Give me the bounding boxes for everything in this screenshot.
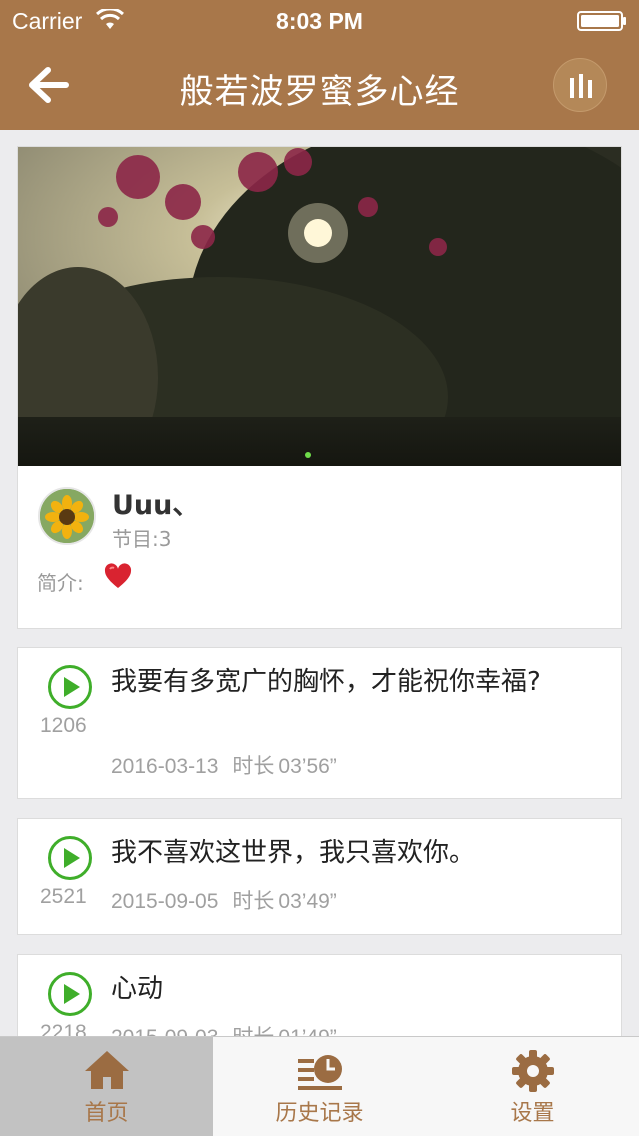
- tab-history[interactable]: 历史记录: [213, 1037, 426, 1136]
- track-card[interactable]: 我不喜欢这世界，我只喜欢你。 2521 2015-09-05 时长 03’49”: [17, 818, 622, 935]
- equalizer-icon: [570, 74, 592, 98]
- battery-icon: [577, 11, 626, 31]
- track-duration: 01’49”: [278, 1026, 336, 1036]
- duration-label: 时长: [232, 1025, 274, 1036]
- gear-icon: [511, 1050, 554, 1092]
- tab-label: 首页: [84, 1101, 129, 1126]
- tab-settings[interactable]: 设置: [426, 1037, 639, 1136]
- track-meta: 2015-09-05 时长 03’49”: [111, 885, 337, 915]
- track-duration: 03’49”: [278, 890, 337, 913]
- header: Carrier 8:03 PM 般若波罗蜜多心经: [0, 0, 639, 130]
- play-count: 2218: [40, 1021, 87, 1036]
- now-playing-button[interactable]: [553, 58, 607, 112]
- duration-label: 时长: [232, 754, 275, 778]
- sunflower-avatar-icon: [40, 489, 94, 543]
- page-title: 般若波罗蜜多心经: [179, 72, 460, 112]
- track-card[interactable]: 心动 2218 2015-09-03 时长 01’49”: [17, 954, 622, 1036]
- play-icon[interactable]: [47, 971, 93, 1017]
- track-meta: 2016-03-13 时长 03’56”: [111, 750, 337, 780]
- track-title: 我要有多宽广的胸怀，才能祝你幸福?: [111, 667, 541, 697]
- cover-photo: [18, 147, 621, 466]
- tab-label: 设置: [510, 1101, 555, 1126]
- app-root: Carrier 8:03 PM 般若波罗蜜多心经 Uuu、 节目:3 简介: 我…: [0, 0, 639, 1136]
- heart-icon: [104, 563, 132, 588]
- play-icon[interactable]: [47, 664, 93, 710]
- tab-label: 历史记录: [275, 1101, 364, 1126]
- track-card[interactable]: 我要有多宽广的胸怀，才能祝你幸福? 1206 2016-03-13 时长 03’56…: [17, 647, 622, 799]
- track-meta: 2015-09-03 时长 01’49”: [111, 1021, 337, 1036]
- avatar[interactable]: [38, 487, 96, 545]
- status-time: 8:03 PM: [276, 8, 363, 34]
- duration-label: 时长: [232, 889, 275, 913]
- home-icon: [84, 1051, 129, 1089]
- play-icon[interactable]: [47, 835, 93, 881]
- tab-home[interactable]: 首页: [0, 1037, 213, 1136]
- username: Uuu、: [112, 490, 200, 521]
- play-count: 2521: [40, 885, 87, 908]
- track-date: 2016-03-13: [111, 755, 219, 778]
- profile-card: Uuu、 节目:3 简介:: [17, 146, 622, 629]
- track-duration: 03’56”: [278, 755, 337, 778]
- content-scroll[interactable]: Uuu、 节目:3 简介: 我要有多宽广的胸怀，才能祝你幸福? 1206 201…: [0, 130, 639, 1036]
- program-count: 节目:3: [112, 527, 172, 551]
- track-title: 我不喜欢这世界，我只喜欢你。: [111, 838, 476, 868]
- intro-label: 简介:: [37, 571, 84, 595]
- status-bar: Carrier 8:03 PM: [0, 0, 639, 42]
- history-icon: [297, 1055, 342, 1090]
- track-title: 心动: [111, 974, 164, 1004]
- track-date: 2015-09-05: [111, 890, 219, 913]
- play-count: 1206: [40, 714, 87, 737]
- tab-bar: 首页 历史记录 设置: [0, 1036, 639, 1136]
- track-date: 2015-09-03: [111, 1026, 218, 1036]
